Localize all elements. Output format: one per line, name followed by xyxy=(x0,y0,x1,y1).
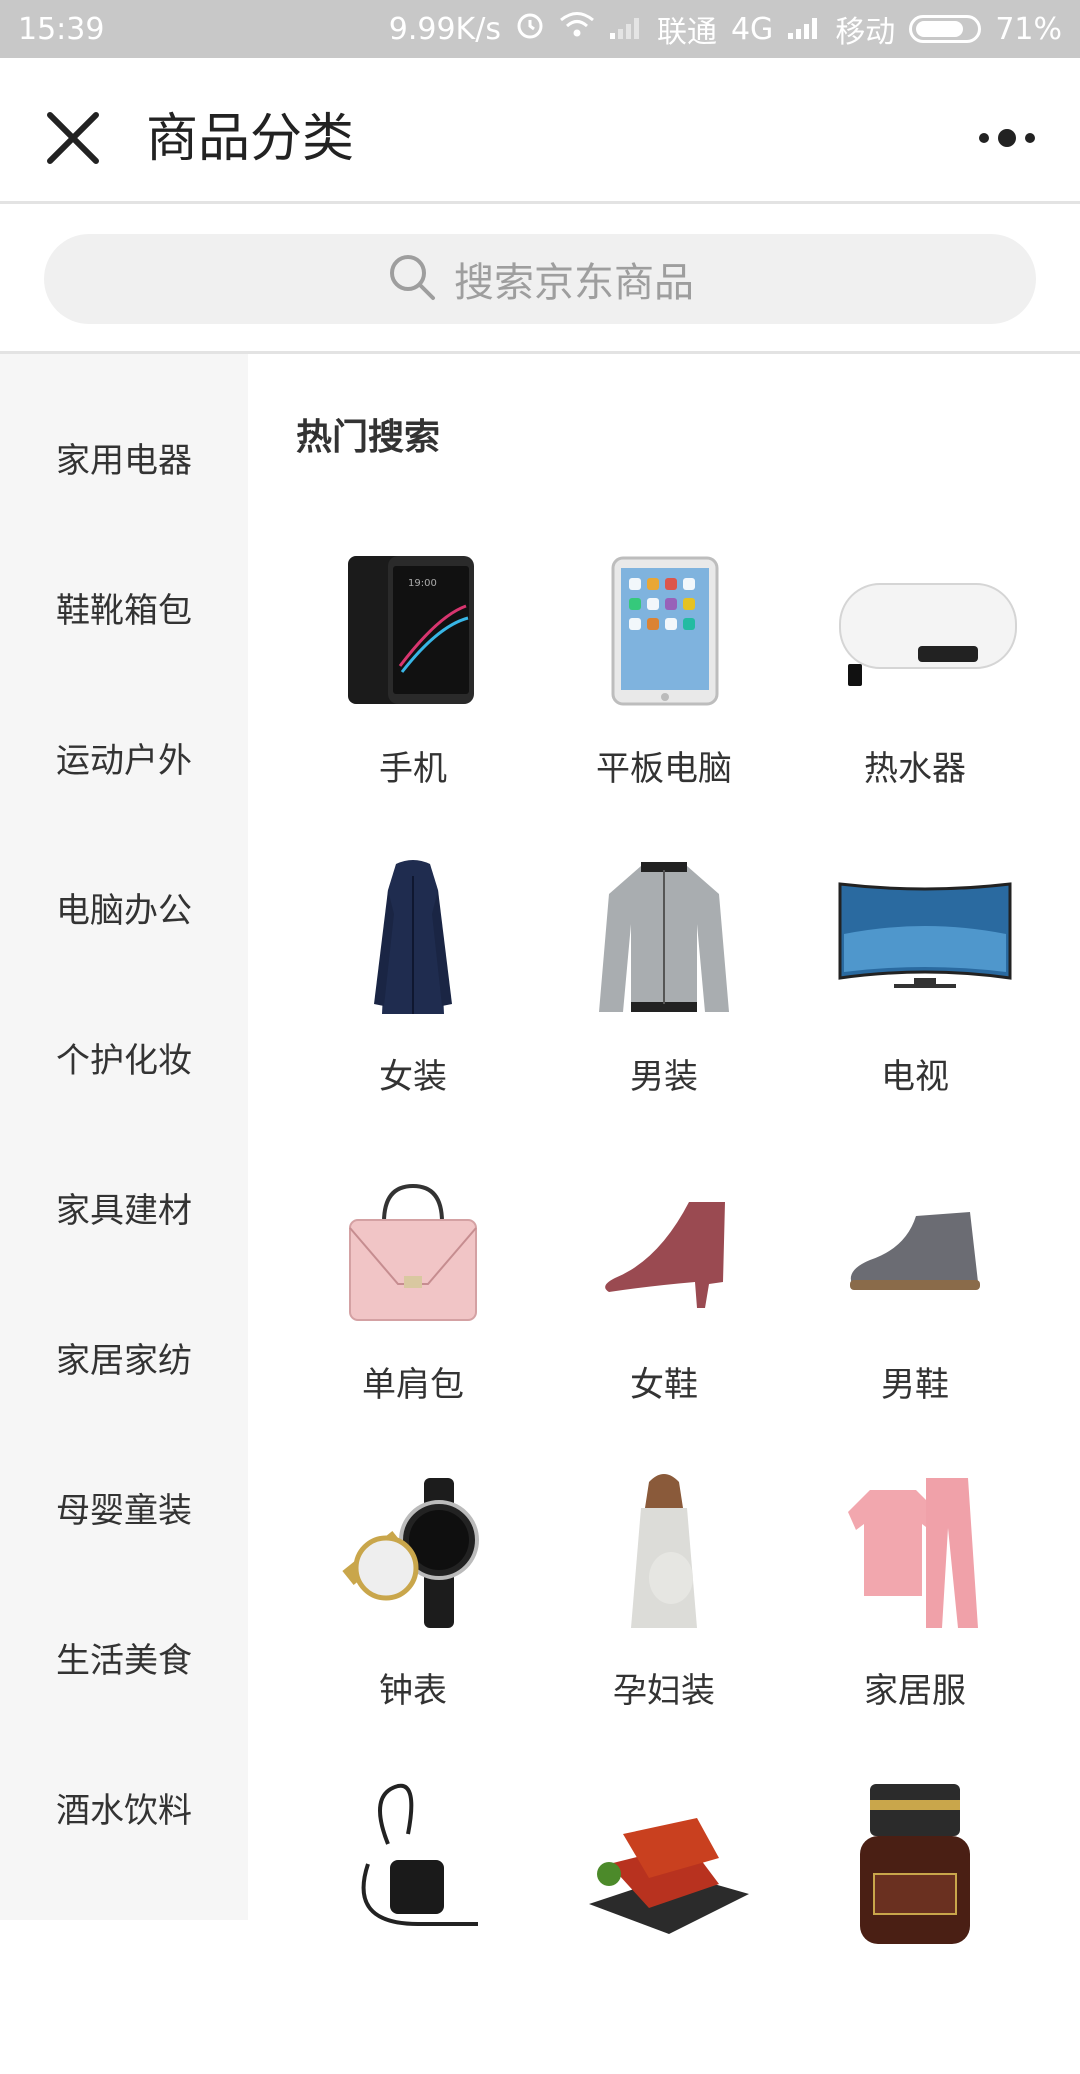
status-battery: 71% xyxy=(995,11,1062,47)
handbag-image xyxy=(328,1162,498,1332)
more-icon[interactable] xyxy=(974,118,1040,158)
status-time: 15:39 xyxy=(18,11,105,47)
sidebar-item-baby[interactable]: 母婴童装 xyxy=(0,1432,248,1582)
sidebar-item-home-textile[interactable]: 家居家纺 xyxy=(0,1282,248,1432)
sidebar-item-label: 生活美食 xyxy=(56,1640,192,1681)
product-jerky[interactable] xyxy=(541,1774,787,2074)
sidebar-item-label: 运动户外 xyxy=(56,740,192,781)
women-shoe-image xyxy=(579,1162,749,1332)
sidebar-item-appliances[interactable]: 家用电器 xyxy=(0,382,248,532)
sidebar-item-label: 家居家纺 xyxy=(56,1340,192,1381)
search-icon xyxy=(386,251,438,307)
sidebar-item-computers[interactable]: 电脑办公 xyxy=(0,832,248,982)
men-shoe-image xyxy=(830,1162,1000,1332)
jerky-image xyxy=(579,1774,749,1944)
nav-bar: 商品分类 xyxy=(0,58,1080,204)
battery-icon xyxy=(909,15,982,43)
product-label: 手机 xyxy=(379,749,447,789)
product-men-shoes[interactable]: 男鞋 xyxy=(792,1162,1038,1462)
sidebar-item-label: 母婴童装 xyxy=(56,1490,192,1531)
product-label: 热水器 xyxy=(864,749,966,789)
section-title: 热门搜索 xyxy=(296,417,441,458)
product-men-clothing[interactable]: 男装 xyxy=(541,854,787,1154)
women-coat-image xyxy=(328,854,498,1024)
status-speed: 9.99K/s xyxy=(388,11,501,47)
wifi-icon xyxy=(559,11,595,47)
maternity-image xyxy=(579,1468,749,1638)
sidebar-item-sports[interactable]: 运动户外 xyxy=(0,682,248,832)
product-loungewear[interactable]: 家居服 xyxy=(792,1468,1038,1768)
status-bar: 15:39 9.99K/s 联通 4G 移动 71% xyxy=(0,0,1080,58)
product-women-clothing[interactable]: 女装 xyxy=(290,854,536,1154)
product-phone[interactable]: 19:00 手机 xyxy=(290,546,536,846)
sidebar-item-label: 酒水饮料 xyxy=(56,1790,192,1831)
product-maternity[interactable]: 孕妇装 xyxy=(541,1468,787,1768)
alarm-icon xyxy=(515,10,545,48)
svg-text:19:00: 19:00 xyxy=(408,578,437,589)
page-title: 商品分类 xyxy=(146,109,355,169)
search-placeholder: 搜索京东商品 xyxy=(454,260,694,306)
product-women-shoes[interactable]: 女鞋 xyxy=(541,1162,787,1462)
pajamas-image xyxy=(830,1468,1000,1638)
headset-image xyxy=(328,1774,498,1944)
phone-image: 19:00 xyxy=(328,546,498,716)
tablet-image xyxy=(579,546,749,716)
sidebar-item-beauty[interactable]: 个护化妆 xyxy=(0,982,248,1132)
water-heater-image xyxy=(830,546,1017,716)
status-network-1: 4G xyxy=(730,11,774,47)
tv-image xyxy=(830,854,1012,1024)
product-water-heater[interactable]: 热水器 xyxy=(792,546,1038,846)
status-carrier-2: 移动 xyxy=(835,15,896,50)
product-tablet[interactable]: 平板电脑 xyxy=(541,546,787,846)
product-shoulder-bag[interactable]: 单肩包 xyxy=(290,1162,536,1462)
category-sidebar: 家用电器 鞋靴箱包 运动户外 电脑办公 个护化妆 家具建材 家居家纺 母婴童装 … xyxy=(0,354,248,1920)
search-section: 搜索京东商品 xyxy=(0,204,1080,354)
search-input[interactable]: 搜索京东商品 xyxy=(44,234,1036,324)
product-content: 热门搜索 19:00 手机 平板电脑 热水器 女装 男装 电视 单肩包 女鞋 男… xyxy=(248,354,1080,1944)
product-label: 孕妇装 xyxy=(613,1671,715,1711)
sidebar-item-label: 家具建材 xyxy=(56,1190,192,1231)
sidebar-item-label: 鞋靴箱包 xyxy=(56,590,192,631)
sidebar-item-label: 家用电器 xyxy=(56,440,192,481)
product-headset[interactable] xyxy=(290,1774,536,2074)
product-label: 家居服 xyxy=(864,1671,966,1711)
men-jacket-image xyxy=(579,854,749,1024)
product-label: 女鞋 xyxy=(630,1365,698,1405)
product-label: 电视 xyxy=(881,1057,949,1097)
sidebar-item-label: 电脑办公 xyxy=(56,890,192,931)
cosmetics-image xyxy=(830,1774,1000,1944)
watch-image xyxy=(328,1468,498,1638)
status-carrier-1: 联通 xyxy=(656,15,717,50)
sidebar-item-furniture[interactable]: 家具建材 xyxy=(0,1132,248,1282)
product-label: 女装 xyxy=(379,1057,447,1097)
signal-weak-icon xyxy=(609,12,643,47)
product-cosmetics[interactable] xyxy=(792,1774,1038,2074)
product-watch[interactable]: 钟表 xyxy=(290,1468,536,1768)
product-label: 男鞋 xyxy=(881,1365,949,1405)
product-label: 单肩包 xyxy=(362,1365,464,1405)
close-icon[interactable] xyxy=(40,105,106,171)
signal-icon xyxy=(787,12,821,47)
sidebar-item-drinks[interactable]: 酒水饮料 xyxy=(0,1732,248,1882)
sidebar-item-label: 个护化妆 xyxy=(56,1040,192,1081)
product-label: 男装 xyxy=(630,1057,698,1097)
sidebar-item-food[interactable]: 生活美食 xyxy=(0,1582,248,1732)
sidebar-item-shoes-bags[interactable]: 鞋靴箱包 xyxy=(0,532,248,682)
product-label: 平板电脑 xyxy=(596,749,732,789)
product-label: 钟表 xyxy=(379,1671,447,1711)
product-tv[interactable]: 电视 xyxy=(792,854,1038,1154)
